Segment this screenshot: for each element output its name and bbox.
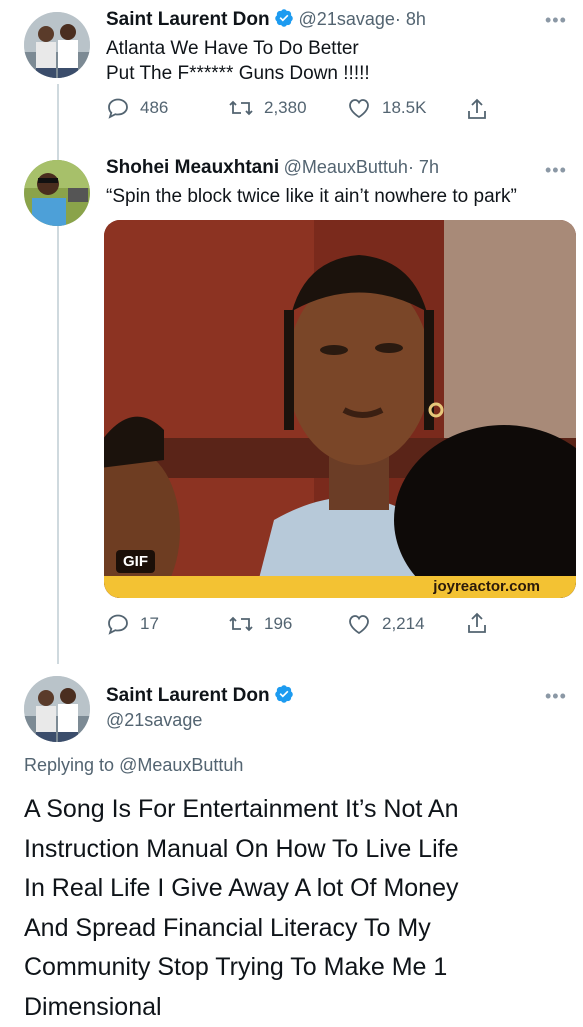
tweet2-header: Shohei Meauxhtani @MeauxButtuh· 7h	[106, 157, 439, 179]
tweet-time[interactable]: · 8h	[395, 9, 426, 29]
replying-prefix: Replying to	[24, 755, 119, 775]
tweet-text-line: Community Stop Trying To Make Me 1	[24, 948, 459, 988]
author-handle[interactable]: @21savage	[299, 9, 395, 29]
reply-button[interactable]: 17	[106, 612, 159, 636]
like-icon	[346, 96, 372, 120]
tweet-text-line: Dimensional	[24, 988, 459, 1027]
reply-icon	[106, 612, 130, 636]
reply-icon	[106, 96, 130, 120]
share-button[interactable]	[464, 96, 490, 122]
like-button[interactable]: 2,214	[346, 612, 425, 636]
verified-badge-icon	[274, 8, 294, 28]
gif-media[interactable]: GIF joyreactor.com	[104, 220, 576, 598]
tweet1-header: Saint Laurent Don @21savage· 8h	[106, 8, 426, 31]
like-icon	[346, 612, 372, 636]
reply-count: 486	[140, 98, 168, 118]
avatar-21savage[interactable]	[24, 676, 90, 742]
author-name[interactable]: Saint Laurent Don	[106, 685, 270, 706]
more-icon[interactable]: •••	[545, 160, 567, 181]
tweet-text-line: And Spread Financial Literacy To My	[24, 909, 459, 949]
gif-badge: GIF	[116, 550, 155, 573]
tweet3-author: Saint Laurent Don	[106, 684, 294, 707]
tweet-text-line: Instruction Manual On How To Live Life	[24, 830, 459, 870]
share-button[interactable]	[464, 610, 490, 636]
retweet-count: 196	[264, 614, 292, 634]
more-icon[interactable]: •••	[545, 686, 567, 707]
tweet-time[interactable]: · 7h	[408, 157, 439, 177]
replying-to-link[interactable]: @MeauxButtuh	[119, 755, 243, 775]
share-icon	[464, 96, 490, 122]
tweet2-text: “Spin the block twice like it ain’t nowh…	[106, 184, 517, 209]
author-handle[interactable]: @21savage	[106, 710, 202, 731]
tweet3-text: A Song Is For Entertainment It’s Not An …	[24, 790, 459, 1027]
author-name[interactable]: Shohei Meauxhtani	[106, 157, 279, 178]
replying-to: Replying to @MeauxButtuh	[24, 755, 243, 776]
tweet1-text: Atlanta We Have To Do Better Put The F**…	[106, 36, 370, 86]
author-name[interactable]: Saint Laurent Don	[106, 9, 270, 30]
like-button[interactable]: 18.5K	[346, 96, 426, 120]
tweet-text-line: Atlanta We Have To Do Better	[106, 36, 370, 61]
gif-frame	[104, 220, 576, 598]
avatar-21savage[interactable]	[24, 12, 90, 78]
tweet-text-line: In Real Life I Give Away A lot Of Money	[24, 869, 459, 909]
like-count: 18.5K	[382, 98, 426, 118]
retweet-button[interactable]: 196	[228, 612, 292, 636]
like-count: 2,214	[382, 614, 425, 634]
share-icon	[464, 610, 490, 636]
tweet-text-line: A Song Is For Entertainment It’s Not An	[24, 790, 459, 830]
author-handle[interactable]: @MeauxButtuh	[284, 157, 408, 177]
retweet-icon	[228, 96, 254, 120]
retweet-icon	[228, 612, 254, 636]
retweet-count: 2,380	[264, 98, 307, 118]
reply-count: 17	[140, 614, 159, 634]
tweet-text-line: Put The F****** Guns Down !!!!!	[106, 61, 370, 86]
more-icon[interactable]: •••	[545, 10, 567, 31]
watermark-text: joyreactor.com	[433, 578, 540, 595]
retweet-button[interactable]: 2,380	[228, 96, 307, 120]
avatar-meauxbuttuh[interactable]	[24, 160, 90, 226]
reply-button[interactable]: 486	[106, 96, 168, 120]
verified-badge-icon	[274, 684, 294, 704]
